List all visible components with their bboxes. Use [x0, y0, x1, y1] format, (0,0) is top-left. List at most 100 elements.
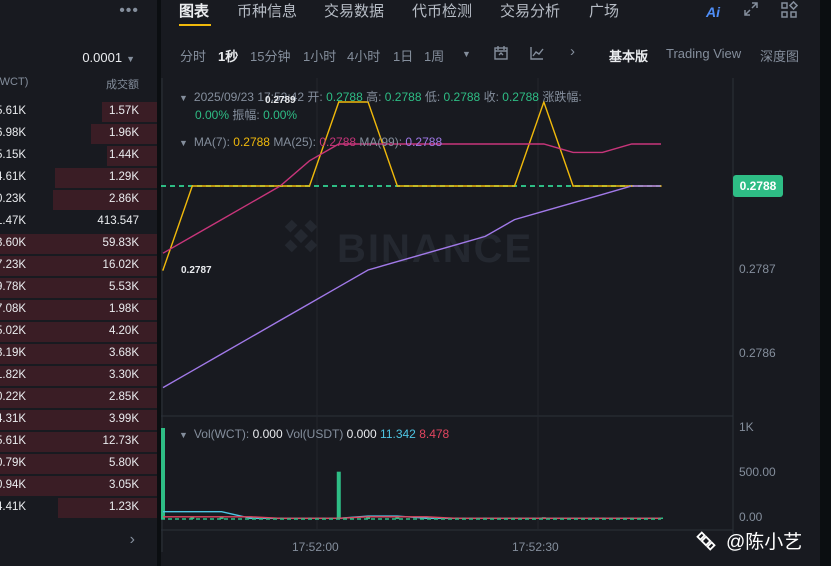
price-point	[601, 185, 604, 187]
depth-bar	[53, 190, 157, 210]
expand-icon[interactable]	[743, 1, 759, 21]
collapse-caret-icon[interactable]: ▼	[179, 93, 188, 103]
precision-value: 0.0001	[82, 50, 123, 65]
indicator-icon[interactable]	[529, 45, 545, 64]
ohlc-legend: ▼ 2025/09/23 17:52:42 开: 0.2788 高: 0.2788…	[179, 88, 582, 105]
order-book-row[interactable]: 5.15K 1.44K	[0, 145, 157, 167]
row-amount: 7.08K	[0, 303, 27, 315]
order-book-row[interactable]: 0.23K 2.86K	[0, 189, 157, 211]
price-point	[513, 185, 516, 187]
row-amount: 3.60K	[0, 237, 27, 249]
row-turnover: 1.23K	[108, 501, 139, 513]
row-amount: 9.78K	[0, 281, 27, 293]
order-book-panel: ••• 0.0001▼ (WCT) 成交额 5.61K 1.57K 6.98K 1.9…	[0, 0, 157, 566]
volume-legend: ▼ Vol(WCT): 0.000 Vol(USDT) 0.000 11.342 …	[179, 427, 449, 441]
order-book-row[interactable]: 9.78K 5.53K	[0, 277, 157, 299]
watermark-text: BINANCE	[337, 227, 533, 271]
row-amount: 0.94K	[0, 479, 27, 491]
view-basic[interactable]: 基本版	[609, 46, 648, 65]
interval-line[interactable]: 分时	[180, 46, 206, 65]
view-tradingview[interactable]: Trading View	[666, 46, 741, 61]
ma99-label: MA(99):	[359, 135, 403, 149]
close-label: 收:	[483, 90, 499, 104]
row-turnover: 3.68K	[108, 347, 139, 359]
series-line-ma99	[162, 185, 661, 389]
ohlc-legend-2: 0.00% 振幅: 0.00%	[195, 106, 297, 123]
price-point	[630, 185, 633, 187]
order-book-row[interactable]: 0.22K 2.85K	[0, 387, 157, 409]
order-book-header: (WCT) 成交额	[0, 76, 157, 91]
volume-bar	[336, 471, 341, 519]
x-tick-label: 17:52:00	[292, 540, 339, 554]
collapse-caret-icon[interactable]: ▼	[179, 138, 188, 148]
low-value: 0.2788	[443, 90, 481, 104]
row-amount: 5.61K	[0, 105, 27, 117]
precision-select[interactable]: 0.0001 ▼	[82, 50, 135, 65]
order-book-row[interactable]: 5.61K 12.73K	[0, 431, 157, 453]
active-tab-indicator	[179, 24, 211, 26]
tab-token-check[interactable]: 代币检测	[412, 0, 472, 21]
collapse-caret-icon[interactable]: ▼	[179, 430, 188, 440]
ai-icon[interactable]: Ai	[706, 4, 720, 20]
vol-usdt-label: Vol(USDT)	[285, 427, 344, 441]
current-price-tag: 0.2788	[733, 175, 783, 197]
calendar-icon[interactable]	[493, 45, 509, 64]
price-point	[484, 185, 487, 187]
interval-1h[interactable]: 1小时	[303, 46, 336, 65]
row-amount: 0.23K	[0, 193, 27, 205]
caret-down-icon: ▼	[126, 54, 135, 64]
order-book-row[interactable]: 4.31K 3.99K	[0, 409, 157, 431]
price-point	[660, 185, 662, 187]
row-amount: 1.47K	[0, 215, 27, 227]
view-depth[interactable]: 深度图	[760, 46, 799, 65]
tab-coin-info[interactable]: 币种信息	[237, 0, 297, 21]
grid-icon[interactable]	[780, 0, 799, 23]
interval-1w[interactable]: 1周	[424, 46, 444, 65]
tab-trade-analysis[interactable]: 交易分析	[500, 0, 560, 21]
amplitude-value: 0.00%	[263, 108, 298, 122]
row-amount: 0.22K	[0, 391, 27, 403]
order-book-row[interactable]: 0.94K 3.05K	[0, 475, 157, 497]
price-chart[interactable]: BINANCE ▼ 2025/09/23 17:52:42 开: 0.2788 高…	[161, 78, 820, 566]
interval-4h[interactable]: 4小时	[347, 46, 380, 65]
chevron-right-icon[interactable]: ›	[130, 531, 135, 549]
high-label: 高:	[366, 90, 382, 104]
vol-usdt-value: 0.000	[346, 427, 377, 441]
low-label: 低:	[424, 90, 441, 104]
interval-1d[interactable]: 1日	[393, 46, 413, 65]
chevron-right-icon[interactable]: ›	[570, 43, 575, 60]
tab-chart[interactable]: 图表	[179, 0, 209, 21]
order-book-row[interactable]: 4.41K 1.23K	[0, 497, 157, 519]
max-price-annotation: 0.2789	[265, 95, 296, 106]
tab-square[interactable]: 广场	[589, 0, 619, 21]
ellipsis-icon[interactable]: •••	[119, 2, 139, 20]
y-tick-label: 0.2787	[739, 262, 776, 276]
order-book-row[interactable]: 3.60K 59.83K	[0, 233, 157, 255]
row-amount: 5.61K	[0, 435, 27, 447]
interval-1s[interactable]: 1秒	[218, 46, 238, 65]
interval-15m[interactable]: 15分钟	[250, 46, 290, 65]
order-book-row[interactable]: 3.19K 3.68K	[0, 343, 157, 365]
order-book-row[interactable]: 7.08K 1.98K	[0, 299, 157, 321]
depth-bar	[58, 498, 157, 518]
price-point	[162, 269, 164, 271]
binance-watermark-icon	[284, 219, 318, 253]
order-book-row[interactable]: 1.47K 413.547	[0, 211, 157, 233]
order-book-row[interactable]: 5.02K 4.20K	[0, 321, 157, 343]
order-book-row[interactable]: 1.82K 3.30K	[0, 365, 157, 387]
depth-bar	[55, 168, 157, 188]
chart-canvas[interactable]: BINANCE	[161, 78, 820, 566]
row-turnover: 1.96K	[108, 127, 139, 139]
top-tabs: 图表 币种信息 交易数据 代币检测 交易分析 广场 Ai	[161, 0, 820, 26]
dropdown-caret-icon[interactable]: ▼	[462, 49, 471, 59]
order-book-row[interactable]: 0.79K 5.80K	[0, 453, 157, 475]
row-amount: 5.02K	[0, 325, 27, 337]
order-book-row[interactable]: 5.61K 1.57K	[0, 101, 157, 123]
brand-text: @陈小艺	[726, 532, 803, 553]
order-book-row[interactable]: 4.61K 1.29K	[0, 167, 157, 189]
order-book-row[interactable]: 6.98K 1.96K	[0, 123, 157, 145]
order-book-row[interactable]: 7.23K 16.02K	[0, 255, 157, 277]
row-turnover: 2.86K	[108, 193, 139, 205]
change-value: 0.00%	[195, 108, 230, 122]
tab-trade-data[interactable]: 交易数据	[324, 0, 384, 21]
